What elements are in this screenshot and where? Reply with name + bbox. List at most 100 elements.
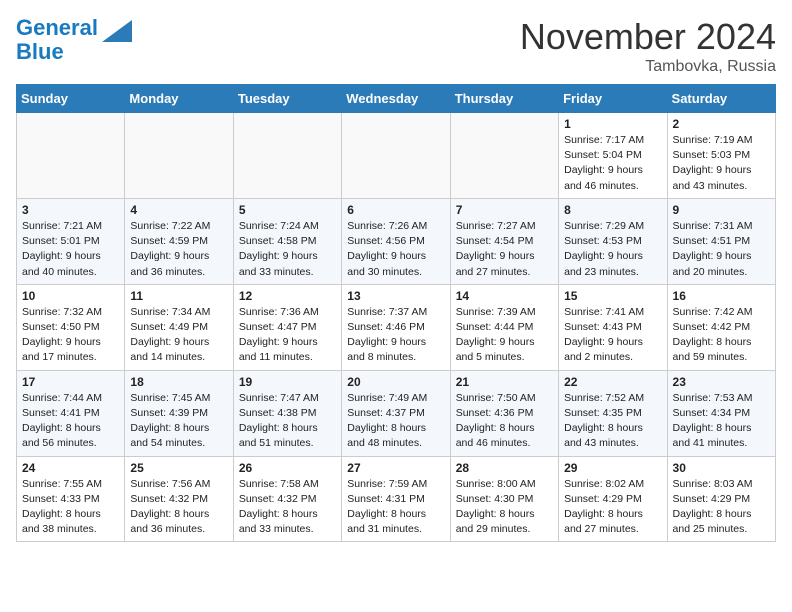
day-number: 14 <box>456 289 553 303</box>
day-header-tuesday: Tuesday <box>233 85 341 113</box>
calendar-cell <box>125 113 233 199</box>
calendar-cell: 22Sunrise: 7:52 AM Sunset: 4:35 PM Dayli… <box>559 370 667 456</box>
day-number: 7 <box>456 203 553 217</box>
day-number: 30 <box>673 461 770 475</box>
calendar-cell: 15 Sunrise: 7:41 AM Sunset: 4:43 PM Dayli… <box>559 284 667 370</box>
day-info: Sunrise: 7:55 AM Sunset: 4:33 PM Dayligh… <box>22 477 119 538</box>
day-header-monday: Monday <box>125 85 233 113</box>
calendar-cell: 7 Sunrise: 7:27 AM Sunset: 4:54 PM Daylig… <box>450 198 558 284</box>
calendar-cell: 18Sunrise: 7:45 AM Sunset: 4:39 PM Dayli… <box>125 370 233 456</box>
day-number: 23 <box>673 375 770 389</box>
day-number: 1 <box>564 117 661 131</box>
calendar-cell: 3 Sunrise: 7:21 AM Sunset: 5:01 PM Daylig… <box>17 198 125 284</box>
day-info: Sunrise: 7:17 AM Sunset: 5:04 PM Dayligh… <box>564 133 661 194</box>
calendar-cell: 24 Sunrise: 7:55 AM Sunset: 4:33 PM Dayli… <box>17 456 125 542</box>
day-number: 9 <box>673 203 770 217</box>
day-info: Sunrise: 7:36 AM Sunset: 4:47 PM Dayligh… <box>239 305 336 366</box>
calendar-cell: 16 Sunrise: 7:42 AM Sunset: 4:42 PM Dayli… <box>667 284 775 370</box>
page-header: GeneralBlue November 2024 Tambovka, Russ… <box>16 16 776 76</box>
day-header-saturday: Saturday <box>667 85 775 113</box>
calendar-cell: 2Sunrise: 7:19 AM Sunset: 5:03 PM Daylig… <box>667 113 775 199</box>
day-info: Sunrise: 7:34 AM Sunset: 4:49 PM Dayligh… <box>130 305 227 366</box>
day-number: 24 <box>22 461 119 475</box>
day-number: 19 <box>239 375 336 389</box>
day-header-sunday: Sunday <box>17 85 125 113</box>
day-info: Sunrise: 7:24 AM Sunset: 4:58 PM Dayligh… <box>239 219 336 280</box>
day-info: Sunrise: 7:26 AM Sunset: 4:56 PM Dayligh… <box>347 219 444 280</box>
calendar-cell: 14Sunrise: 7:39 AM Sunset: 4:44 PM Dayli… <box>450 284 558 370</box>
location: Tambovka, Russia <box>520 58 776 76</box>
day-info: Sunrise: 7:21 AM Sunset: 5:01 PM Dayligh… <box>22 219 119 280</box>
calendar-cell: 27 Sunrise: 7:59 AM Sunset: 4:31 PM Dayli… <box>342 456 450 542</box>
day-number: 26 <box>239 461 336 475</box>
calendar-cell: 29 Sunrise: 8:02 AM Sunset: 4:29 PM Dayli… <box>559 456 667 542</box>
calendar-cell <box>450 113 558 199</box>
day-header-wednesday: Wednesday <box>342 85 450 113</box>
day-number: 28 <box>456 461 553 475</box>
day-info: Sunrise: 7:59 AM Sunset: 4:31 PM Dayligh… <box>347 477 444 538</box>
day-info: Sunrise: 7:58 AM Sunset: 4:32 PM Dayligh… <box>239 477 336 538</box>
day-header-thursday: Thursday <box>450 85 558 113</box>
day-header-friday: Friday <box>559 85 667 113</box>
day-info: Sunrise: 8:02 AM Sunset: 4:29 PM Dayligh… <box>564 477 661 538</box>
day-info: Sunrise: 7:45 AM Sunset: 4:39 PM Dayligh… <box>130 391 227 452</box>
day-number: 21 <box>456 375 553 389</box>
day-number: 3 <box>22 203 119 217</box>
day-info: Sunrise: 7:29 AM Sunset: 4:53 PM Dayligh… <box>564 219 661 280</box>
calendar-cell <box>17 113 125 199</box>
calendar-cell: 9 Sunrise: 7:31 AM Sunset: 4:51 PM Daylig… <box>667 198 775 284</box>
day-number: 11 <box>130 289 227 303</box>
day-info: Sunrise: 7:27 AM Sunset: 4:54 PM Dayligh… <box>456 219 553 280</box>
logo: GeneralBlue <box>16 16 132 64</box>
day-number: 4 <box>130 203 227 217</box>
calendar-cell <box>342 113 450 199</box>
calendar-week-row: 17 Sunrise: 7:44 AM Sunset: 4:41 PM Dayli… <box>17 370 776 456</box>
calendar-cell: 25 Sunrise: 7:56 AM Sunset: 4:32 PM Dayli… <box>125 456 233 542</box>
calendar-cell: 1 Sunrise: 7:17 AM Sunset: 5:04 PM Daylig… <box>559 113 667 199</box>
day-info: Sunrise: 7:42 AM Sunset: 4:42 PM Dayligh… <box>673 305 770 366</box>
calendar-week-row: 24 Sunrise: 7:55 AM Sunset: 4:33 PM Dayli… <box>17 456 776 542</box>
calendar-cell: 17 Sunrise: 7:44 AM Sunset: 4:41 PM Dayli… <box>17 370 125 456</box>
day-number: 16 <box>673 289 770 303</box>
day-number: 27 <box>347 461 444 475</box>
day-number: 13 <box>347 289 444 303</box>
day-number: 2 <box>673 117 770 131</box>
day-info: Sunrise: 7:56 AM Sunset: 4:32 PM Dayligh… <box>130 477 227 538</box>
day-info: Sunrise: 7:44 AM Sunset: 4:41 PM Dayligh… <box>22 391 119 452</box>
calendar-cell: 10 Sunrise: 7:32 AM Sunset: 4:50 PM Dayli… <box>17 284 125 370</box>
day-number: 8 <box>564 203 661 217</box>
calendar-cell: 4Sunrise: 7:22 AM Sunset: 4:59 PM Daylig… <box>125 198 233 284</box>
day-number: 12 <box>239 289 336 303</box>
calendar-cell: 26 Sunrise: 7:58 AM Sunset: 4:32 PM Dayli… <box>233 456 341 542</box>
day-info: Sunrise: 7:53 AM Sunset: 4:34 PM Dayligh… <box>673 391 770 452</box>
day-number: 15 <box>564 289 661 303</box>
calendar-cell: 11 Sunrise: 7:34 AM Sunset: 4:49 PM Dayli… <box>125 284 233 370</box>
day-info: Sunrise: 7:32 AM Sunset: 4:50 PM Dayligh… <box>22 305 119 366</box>
day-number: 10 <box>22 289 119 303</box>
calendar-cell: 8 Sunrise: 7:29 AM Sunset: 4:53 PM Daylig… <box>559 198 667 284</box>
calendar-table: SundayMondayTuesdayWednesdayThursdayFrid… <box>16 84 776 542</box>
day-info: Sunrise: 7:49 AM Sunset: 4:37 PM Dayligh… <box>347 391 444 452</box>
day-info: Sunrise: 8:03 AM Sunset: 4:29 PM Dayligh… <box>673 477 770 538</box>
day-info: Sunrise: 7:37 AM Sunset: 4:46 PM Dayligh… <box>347 305 444 366</box>
calendar-cell: 20 Sunrise: 7:49 AM Sunset: 4:37 PM Dayli… <box>342 370 450 456</box>
calendar-cell: 5Sunrise: 7:24 AM Sunset: 4:58 PM Daylig… <box>233 198 341 284</box>
calendar-week-row: 1 Sunrise: 7:17 AM Sunset: 5:04 PM Daylig… <box>17 113 776 199</box>
day-info: Sunrise: 7:50 AM Sunset: 4:36 PM Dayligh… <box>456 391 553 452</box>
day-info: Sunrise: 7:31 AM Sunset: 4:51 PM Dayligh… <box>673 219 770 280</box>
calendar-cell: 6 Sunrise: 7:26 AM Sunset: 4:56 PM Daylig… <box>342 198 450 284</box>
day-number: 6 <box>347 203 444 217</box>
calendar-cell: 30 Sunrise: 8:03 AM Sunset: 4:29 PM Dayli… <box>667 456 775 542</box>
calendar-cell: 12 Sunrise: 7:36 AM Sunset: 4:47 PM Dayli… <box>233 284 341 370</box>
calendar-cell: 28 Sunrise: 8:00 AM Sunset: 4:30 PM Dayli… <box>450 456 558 542</box>
day-info: Sunrise: 8:00 AM Sunset: 4:30 PM Dayligh… <box>456 477 553 538</box>
calendar-cell: 23 Sunrise: 7:53 AM Sunset: 4:34 PM Dayli… <box>667 370 775 456</box>
day-number: 25 <box>130 461 227 475</box>
day-info: Sunrise: 7:41 AM Sunset: 4:43 PM Dayligh… <box>564 305 661 366</box>
calendar-header-row: SundayMondayTuesdayWednesdayThursdayFrid… <box>17 85 776 113</box>
day-number: 20 <box>347 375 444 389</box>
day-number: 17 <box>22 375 119 389</box>
calendar-cell: 13 Sunrise: 7:37 AM Sunset: 4:46 PM Dayli… <box>342 284 450 370</box>
calendar-cell: 19Sunrise: 7:47 AM Sunset: 4:38 PM Dayli… <box>233 370 341 456</box>
day-number: 29 <box>564 461 661 475</box>
